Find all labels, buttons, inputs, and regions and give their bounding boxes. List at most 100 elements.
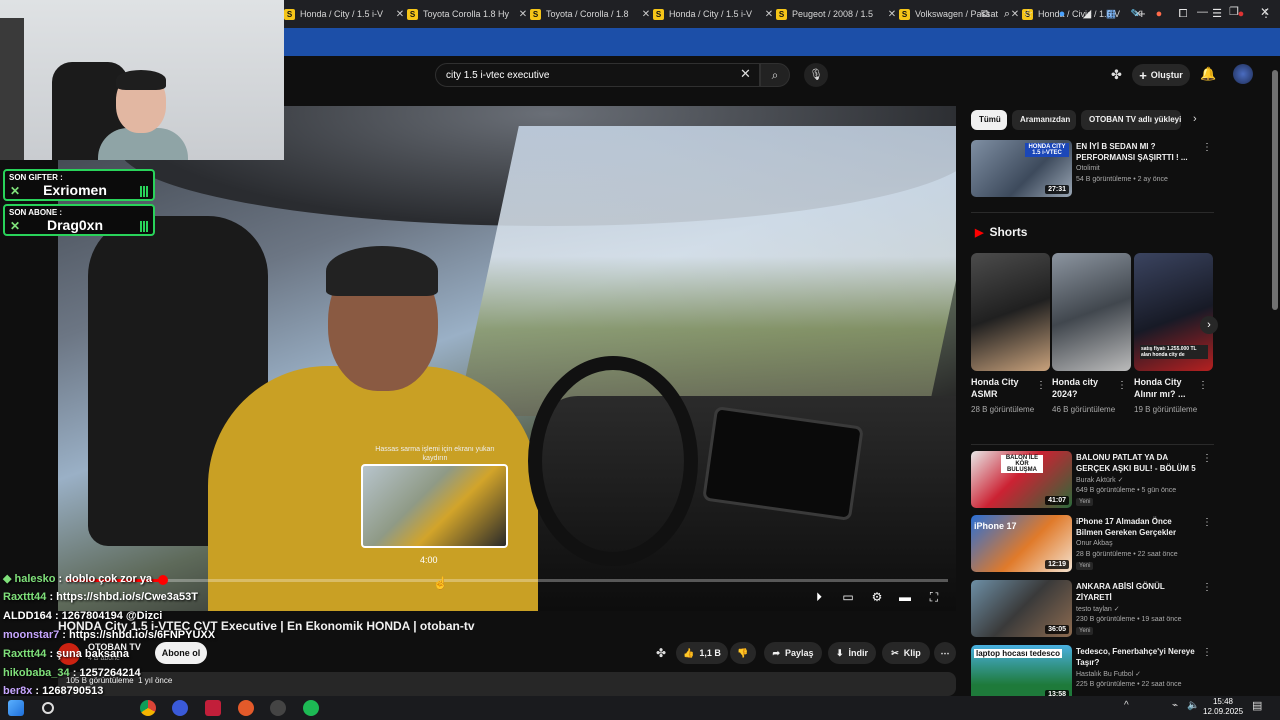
- more-options-icon[interactable]: ⋮: [1202, 142, 1212, 153]
- scrollbar-thumb[interactable]: [1272, 70, 1278, 310]
- extension-icon-1[interactable]: ●: [1055, 7, 1069, 21]
- reading-list-icon[interactable]: ☰: [1210, 7, 1224, 21]
- duration-badge: 41:07: [1045, 496, 1069, 505]
- create-button[interactable]: + Oluştur: [1132, 64, 1190, 86]
- search-input[interactable]: city 1.5 i-vtec executive: [435, 63, 760, 87]
- taskbar-clock[interactable]: 15:48 12.09.2025: [1203, 697, 1243, 717]
- profile-avatar-icon[interactable]: ●: [1234, 7, 1248, 21]
- tab-close-icon[interactable]: ✕: [885, 9, 899, 20]
- short-3-thumbnail[interactable]: satış fiyatı 1.255.000 TL alan honda cit…: [1134, 253, 1213, 371]
- progress-bar[interactable]: [66, 579, 948, 582]
- start-menu-icon[interactable]: [8, 700, 24, 716]
- theater-mode-icon[interactable]: ▬: [897, 589, 913, 605]
- notifications-icon[interactable]: ▤: [1252, 699, 1262, 712]
- short-1-thumbnail[interactable]: [971, 253, 1050, 371]
- related-video[interactable]: 36:05 ANKARA ABİSİ GÖNÜL ZİYARETİ testo …: [971, 580, 1214, 638]
- more-options-icon[interactable]: ⋮: [1202, 517, 1212, 528]
- chips-next-icon[interactable]: ›: [1193, 113, 1197, 125]
- related-meta: 28 B görüntüleme • 22 saat önce: [1076, 551, 1178, 558]
- extension-icon-3[interactable]: ▦: [1104, 7, 1118, 21]
- download-button[interactable]: ⬇ İndir: [828, 642, 876, 664]
- tab-title: Toyota Corolla 1.8 Hy: [423, 9, 510, 19]
- progress-scrubber[interactable]: [158, 575, 169, 585]
- short-2-options-icon[interactable]: ⋮: [1117, 380, 1127, 391]
- notifications-bell-icon[interactable]: 🔔: [1200, 66, 1216, 82]
- related-video[interactable]: BALON İLE KÖR BULUŞMA 41:07 BALONU PATLA…: [971, 451, 1214, 509]
- more-options-icon[interactable]: ⋮: [1202, 647, 1212, 658]
- tab-close-icon[interactable]: ✕: [639, 9, 653, 20]
- more-options-icon[interactable]: ⋮: [1202, 582, 1212, 593]
- cast-icon[interactable]: ⧉: [978, 7, 992, 21]
- search-button[interactable]: ⌕: [760, 63, 790, 87]
- subscribe-button[interactable]: Abone ol: [155, 642, 207, 664]
- more-options-icon[interactable]: ⋮: [1202, 453, 1212, 464]
- browser-tab[interactable]: S Peugeot / 2008 / 1.5 ✕: [776, 4, 899, 24]
- browser-menu-icon[interactable]: ⋮: [1259, 7, 1273, 21]
- browser-tab[interactable]: S Toyota / Corolla / 1.8 ✕: [530, 4, 653, 24]
- driver-hair: [326, 246, 438, 296]
- gifter-bars-icon: [140, 186, 149, 197]
- chat-text: : 1257264214: [69, 667, 141, 679]
- extension-icon-2[interactable]: ◢: [1080, 7, 1094, 21]
- voice-search-button[interactable]: 🎙: [804, 63, 828, 87]
- taskbar-app-chrome-icon[interactable]: [140, 700, 156, 716]
- subtitles-icon[interactable]: ▭: [840, 589, 856, 605]
- more-actions-button[interactable]: ⋯: [934, 642, 956, 664]
- extension-icon-4[interactable]: ✎: [1128, 7, 1142, 21]
- short-1-title[interactable]: Honda City ASMR: [971, 376, 1039, 400]
- taskbar-app-5-icon[interactable]: [270, 700, 286, 716]
- clear-search-icon[interactable]: ✕: [740, 66, 751, 82]
- tray-volume-icon[interactable]: 🔈: [1187, 700, 1199, 711]
- description-box[interactable]: 105 B görüntüleme 1 yıl önce: [58, 672, 956, 696]
- taskbar-app-2-icon[interactable]: [172, 700, 188, 716]
- short-3-options-icon[interactable]: ⋮: [1198, 380, 1208, 391]
- clip-button[interactable]: ✂ Klip: [882, 642, 930, 664]
- ai-features-icon[interactable]: ✤: [656, 646, 666, 660]
- streamer-hair: [116, 70, 166, 90]
- extension-icon-5[interactable]: ●: [1152, 7, 1166, 21]
- tray-chevron-icon[interactable]: ^: [1124, 700, 1129, 711]
- minimize-icon[interactable]: —: [1197, 6, 1208, 18]
- tray-network-icon[interactable]: ⌁: [1172, 700, 1178, 711]
- taskbar-spotify-icon[interactable]: [303, 700, 319, 716]
- like-button[interactable]: 👍 1,1 B: [676, 642, 728, 664]
- related-video-top[interactable]: HONDA CITY 1.5 i-VTEC 27:31 EN İYİ B SED…: [971, 140, 1214, 198]
- shorts-next-icon[interactable]: ›: [1200, 316, 1218, 334]
- extensions-puzzle-icon[interactable]: ⧠: [1176, 7, 1190, 21]
- webcam-shelf: [0, 18, 24, 160]
- last-gifter-label: SON GIFTER :: [9, 173, 63, 182]
- taskbar-search-icon[interactable]: [42, 702, 54, 714]
- fullscreen-icon[interactable]: ⛶: [926, 589, 942, 605]
- bookmark-star-icon[interactable]: ☆: [1021, 7, 1035, 21]
- cast-feature-icon[interactable]: ✤: [1111, 67, 1122, 83]
- related-thumbnail: 36:05: [971, 580, 1072, 637]
- steering-wheel: [528, 356, 698, 566]
- windshield-view: [457, 126, 956, 416]
- share-button[interactable]: ➦ Paylaş: [764, 642, 822, 664]
- chip-all[interactable]: Tümü: [971, 110, 1007, 130]
- browser-tab[interactable]: S Honda / City / 1.5 i-V ✕: [284, 4, 407, 24]
- related-video[interactable]: laptop hocası tedesco 13:58 Tedesco, Fen…: [971, 645, 1214, 703]
- browser-tab[interactable]: S Toyota Corolla 1.8 Hy ✕: [407, 4, 530, 24]
- short-2-title[interactable]: Honda city 2024?: [1052, 376, 1120, 400]
- taskbar-app-4-icon[interactable]: [238, 700, 254, 716]
- new-badge: Yeni: [1076, 627, 1094, 635]
- autoplay-toggle[interactable]: ⏵: [808, 589, 830, 605]
- browser-tab[interactable]: S Honda / City / 1.5 i-V ✕: [653, 4, 776, 24]
- taskbar-app-3-icon[interactable]: [205, 700, 221, 716]
- chip-from-search[interactable]: Aramanızdan: [1012, 110, 1076, 130]
- related-video[interactable]: iPhone 17 12:19 iPhone 17 Almadan Önce B…: [971, 515, 1214, 573]
- chip-from-uploader[interactable]: OTOBAN TV adlı yükleyi: [1081, 110, 1181, 130]
- dislike-button[interactable]: 👎: [730, 642, 756, 664]
- tab-close-icon[interactable]: ✕: [393, 9, 407, 20]
- account-avatar[interactable]: [1233, 64, 1253, 84]
- tab-close-icon[interactable]: ✕: [762, 9, 776, 20]
- short-1-options-icon[interactable]: ⋮: [1036, 380, 1046, 391]
- tab-close-icon[interactable]: ✕: [516, 9, 530, 20]
- short-1-views: 28 B görüntüleme: [971, 405, 1035, 414]
- zoom-icon[interactable]: ⌕: [1000, 7, 1014, 21]
- short-2-thumbnail[interactable]: [1052, 253, 1131, 371]
- chat-text: : 1267804194 @Dizci: [51, 610, 163, 622]
- settings-gear-icon[interactable]: ⚙: [869, 589, 885, 605]
- short-3-title[interactable]: Honda City Alınır mı? ...: [1134, 376, 1202, 400]
